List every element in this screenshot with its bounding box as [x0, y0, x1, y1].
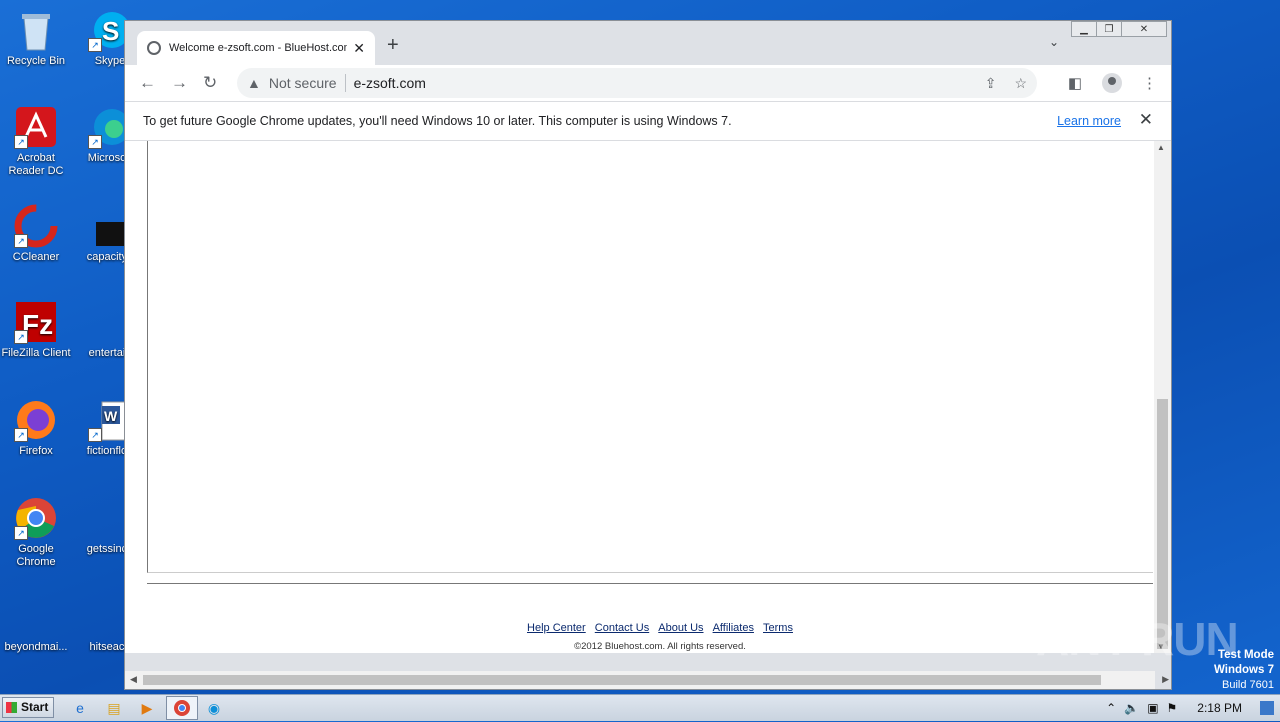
- test-mode-line3: Build 7601: [1222, 679, 1274, 691]
- folder-icon[interactable]: ▤: [104, 698, 124, 718]
- chrome-taskbar-icon[interactable]: [166, 696, 198, 720]
- footer-divider: [147, 583, 1153, 584]
- footer-link-terms[interactable]: Terms: [763, 622, 793, 634]
- desktop-icon-recycle-bin[interactable]: Recycle Bin: [0, 8, 72, 68]
- footer-link-help-center[interactable]: Help Center: [527, 622, 586, 634]
- scroll-left-arrow-icon[interactable]: ◀: [130, 674, 137, 685]
- tab-active[interactable]: Welcome e-zsoft.com - BlueHost.com ✕: [137, 31, 375, 65]
- tab-strip: Welcome e-zsoft.com - BlueHost.com ✕ + ⌄…: [125, 21, 1171, 65]
- new-tab-button[interactable]: +: [387, 34, 399, 57]
- test-mode-line1: Test Mode: [1217, 649, 1274, 661]
- infobar-message: To get future Google Chrome updates, you…: [143, 114, 732, 128]
- reload-icon[interactable]: ↻: [203, 73, 217, 93]
- tab-title: Welcome e-zsoft.com - BlueHost.com: [169, 42, 348, 54]
- ie-icon[interactable]: e: [70, 698, 90, 718]
- side-panel-icon[interactable]: ◧: [1068, 74, 1082, 92]
- flag-icon[interactable]: ⚑: [1167, 701, 1178, 715]
- ccleaner-icon: ↗: [14, 204, 58, 248]
- taskbar: Start e ▤ ▶ ◉ ⌃ 🔈 ▣ ⚑ 2:18 PM: [0, 694, 1280, 721]
- desktop-icon-ccleaner[interactable]: ↗ CCleaner: [0, 204, 72, 264]
- test-mode-label: Test Mode Windows 7 Build 7601: [1214, 648, 1274, 693]
- menu-kebab-icon[interactable]: ⋮: [1142, 74, 1157, 92]
- infobar-close-button[interactable]: ✕: [1139, 110, 1153, 130]
- chrome-icon: ↗: [14, 496, 58, 540]
- back-arrow-icon[interactable]: ←: [139, 73, 156, 93]
- edge-taskbar-icon[interactable]: ◉: [204, 698, 224, 718]
- toolbar: ← → ↻ ▲ Not secure e-zsoft.com ⇪ ☆ ◧ ⋮: [125, 65, 1171, 101]
- forward-arrow-icon[interactable]: →: [171, 73, 188, 93]
- copyright-text: ©2012 Bluehost.com. All rights reserved.: [574, 641, 746, 652]
- footer-link-about-us[interactable]: About Us: [658, 622, 703, 634]
- omnibox-divider: [344, 74, 346, 92]
- footer-link-affiliates[interactable]: Affiliates: [713, 622, 754, 634]
- desktop-icon-label: Skype: [94, 55, 126, 67]
- clock[interactable]: 2:18 PM: [1197, 701, 1242, 715]
- horizontal-scrollbar[interactable]: ◀ ▶: [125, 671, 1169, 689]
- svg-text:W: W: [104, 408, 118, 424]
- media-player-icon[interactable]: ▶: [137, 698, 157, 718]
- share-icon[interactable]: ⇪: [985, 75, 997, 92]
- address-bar[interactable]: ▲ Not secure e-zsoft.com ⇪ ☆: [237, 68, 1037, 98]
- close-window-button[interactable]: ✕: [1121, 21, 1167, 37]
- desktop-icon-label: CCleaner: [12, 251, 60, 263]
- profile-avatar-icon[interactable]: [1102, 73, 1122, 93]
- svg-text:S: S: [102, 16, 119, 46]
- vertical-scrollbar[interactable]: ▲ ▼: [1154, 141, 1171, 653]
- tab-close-button[interactable]: ✕: [353, 40, 365, 57]
- content-frame: [147, 141, 1153, 573]
- desktop-icon-label: Recycle Bin: [6, 55, 66, 67]
- tray-expand-icon[interactable]: ⌃: [1106, 701, 1116, 715]
- minimize-button[interactable]: ▁: [1071, 21, 1097, 37]
- desktop-icon-label: FileZilla Client: [1, 347, 71, 359]
- desktop-icon-label: Firefox: [19, 445, 53, 457]
- window-controls: ▁ ❐ ✕: [1071, 21, 1167, 37]
- restore-button[interactable]: ❐: [1096, 21, 1122, 37]
- acrobat-icon: ↗: [14, 105, 58, 149]
- desktop-icon-label: Acrobat Reader DC: [8, 152, 64, 177]
- filezilla-icon: Fz ↗: [14, 300, 58, 344]
- recycle-bin-icon: [14, 8, 58, 52]
- scroll-right-arrow-icon[interactable]: ▶: [1162, 674, 1169, 685]
- url-text[interactable]: e-zsoft.com: [354, 75, 426, 91]
- learn-more-link[interactable]: Learn more: [1057, 114, 1121, 128]
- desktop-icon-label: beyondmai...: [4, 641, 68, 653]
- update-infobar: To get future Google Chrome updates, you…: [125, 101, 1171, 141]
- footer-link-contact-us[interactable]: Contact Us: [595, 622, 649, 634]
- show-desktop-icon[interactable]: [1260, 701, 1274, 715]
- desktop-icon-firefox[interactable]: ↗ Firefox: [0, 398, 72, 458]
- start-button[interactable]: Start: [2, 697, 54, 718]
- volume-icon[interactable]: 🔈: [1124, 701, 1139, 715]
- desktop-icon-beyondmai[interactable]: beyondmai...: [0, 598, 72, 654]
- horizontal-scroll-thumb[interactable]: [143, 675, 1101, 685]
- network-icon[interactable]: ▣: [1147, 701, 1158, 715]
- page-content: Help Center Contact Us About Us Affiliat…: [125, 141, 1155, 653]
- bookmark-star-icon[interactable]: ☆: [1014, 75, 1027, 92]
- chrome-window: Welcome e-zsoft.com - BlueHost.com ✕ + ⌄…: [124, 20, 1172, 690]
- security-label[interactable]: Not secure: [269, 75, 337, 91]
- scroll-up-arrow-icon[interactable]: ▲: [1157, 143, 1165, 152]
- test-mode-line2: Windows 7: [1214, 664, 1274, 676]
- file-icon: [14, 598, 58, 638]
- tab-search-chevron-icon[interactable]: ⌄: [1049, 35, 1059, 49]
- desktop-icon-acrobat[interactable]: ↗ Acrobat Reader DC: [0, 105, 72, 178]
- anyrun-watermark: ANY RUN: [1036, 613, 1239, 665]
- desktop-icon-label: Google Chrome: [16, 543, 56, 568]
- desktop-icon-chrome[interactable]: ↗ Google Chrome: [0, 496, 72, 569]
- warning-triangle-icon[interactable]: ▲: [247, 75, 261, 91]
- desktop-icon-filezilla[interactable]: Fz ↗ FileZilla Client: [0, 300, 72, 360]
- firefox-icon: ↗: [14, 398, 58, 442]
- footer-links: Help Center Contact Us About Us Affiliat…: [125, 622, 1155, 634]
- system-tray: ⌃ 🔈 ▣ ⚑ 2:18 PM: [1106, 695, 1280, 721]
- globe-icon: [147, 41, 161, 55]
